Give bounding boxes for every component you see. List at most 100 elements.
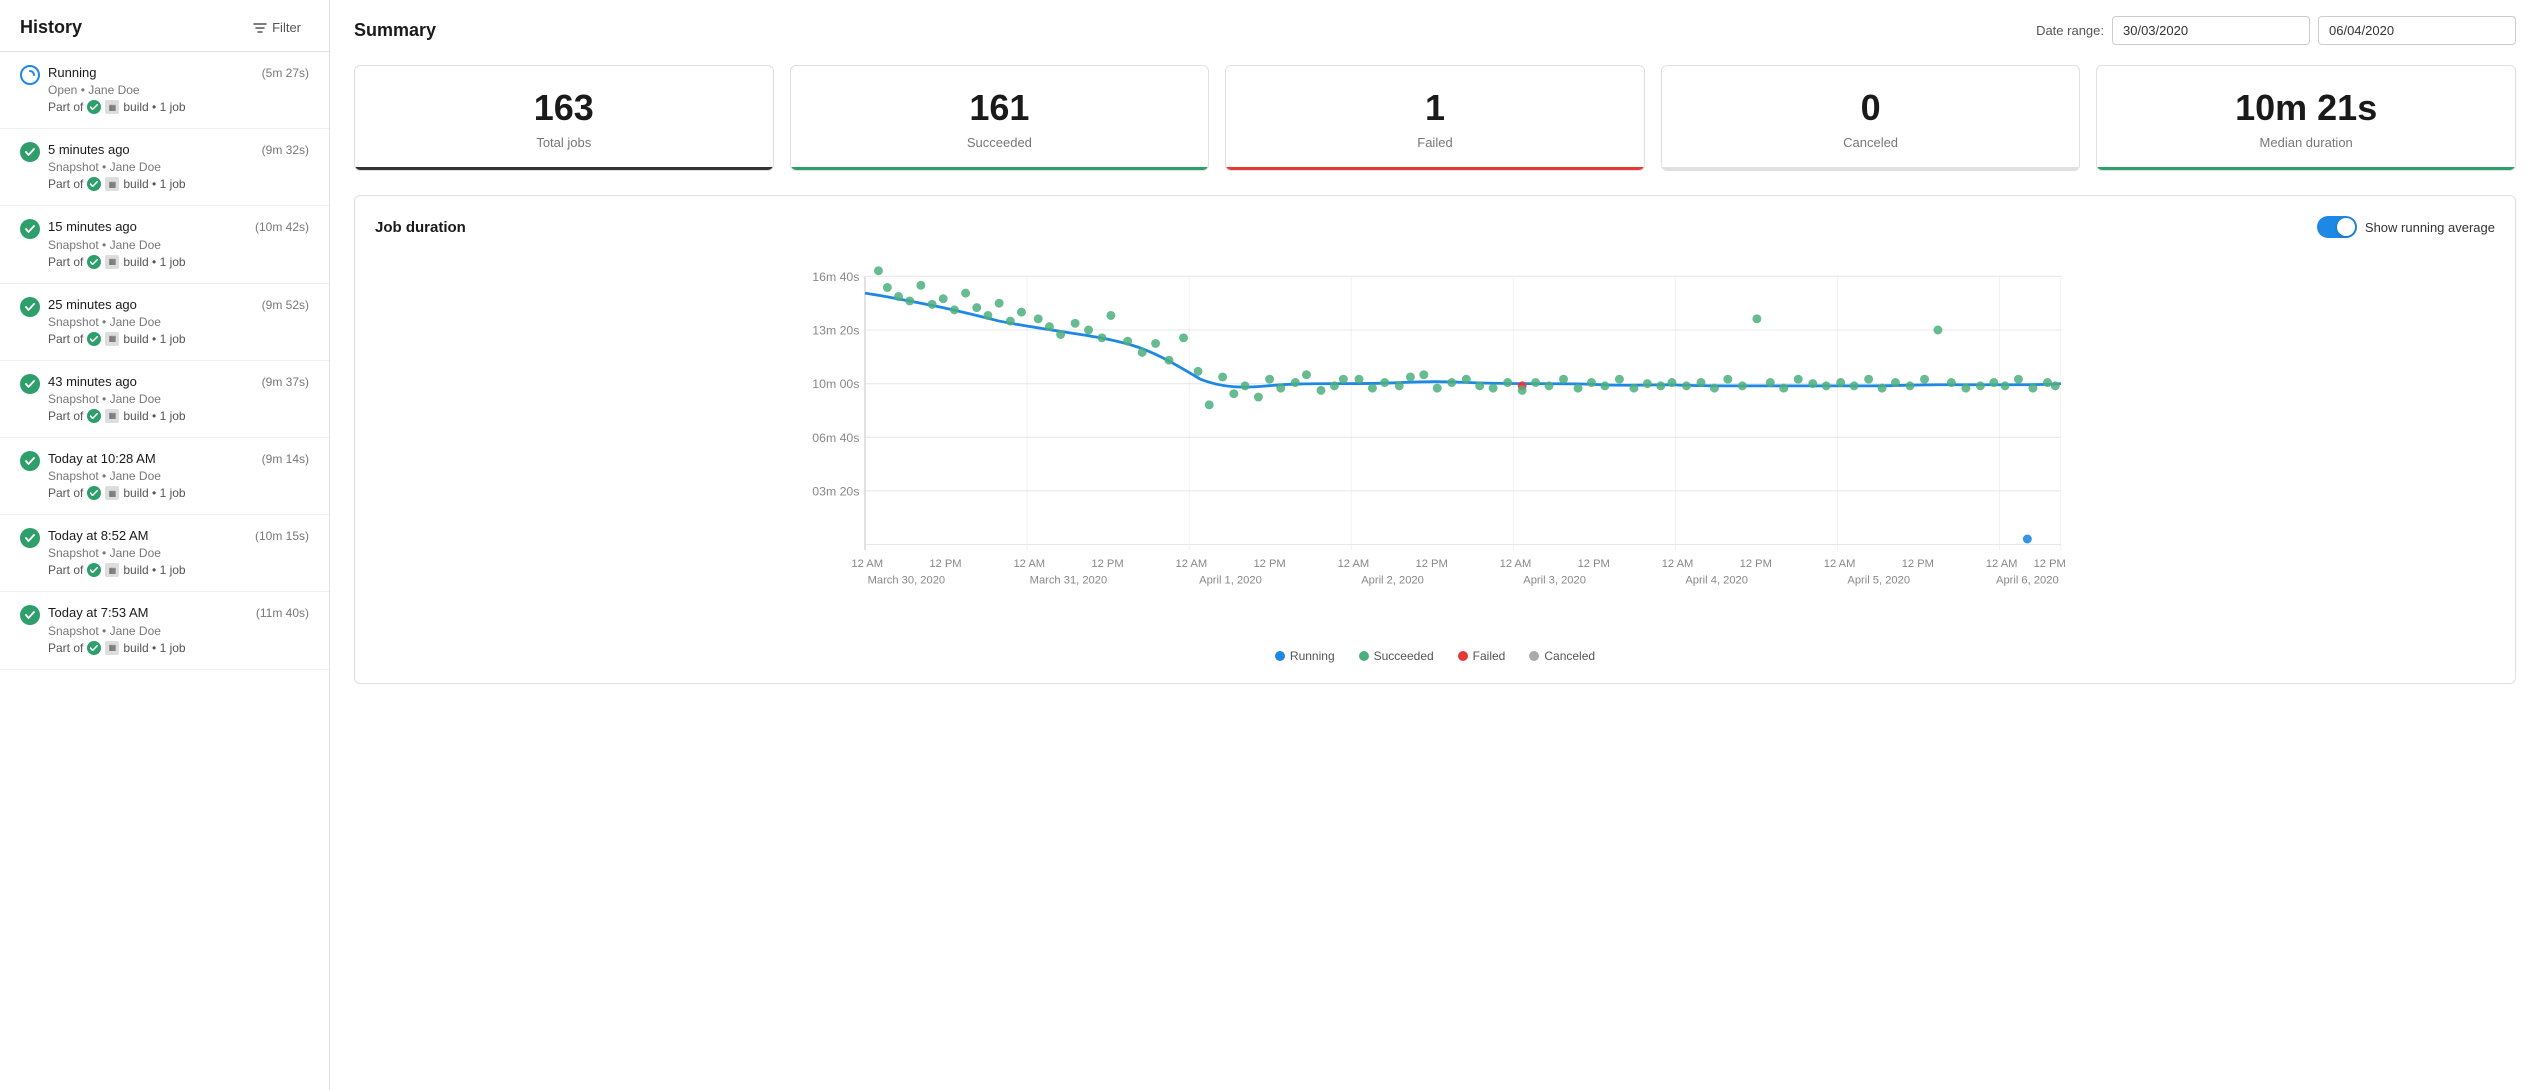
history-item-meta: Part of ▦ build • 1 job (48, 409, 186, 423)
success-icon (20, 374, 40, 394)
date-range-label: Date range: (2036, 23, 2104, 38)
svg-text:April 3, 2020: April 3, 2020 (1523, 575, 1586, 587)
history-item-sub: Snapshot • Jane Doe (48, 624, 186, 638)
history-item-sub: Snapshot • Jane Doe (48, 546, 186, 560)
meta-build-icon: ▦ (105, 255, 119, 269)
history-item-meta: Part of ▦ build • 1 job (48, 100, 186, 114)
meta-build-icon: ▦ (105, 332, 119, 346)
meta-check-icon (87, 177, 101, 191)
history-item-sub: Snapshot • Jane Doe (48, 238, 186, 252)
svg-text:12 AM: 12 AM (851, 558, 883, 570)
history-item-title: 5 minutes ago (48, 141, 186, 159)
chart-section: Job duration Show running average 16m 40… (354, 195, 2516, 684)
stat-card-total: 163 Total jobs (354, 65, 774, 171)
history-item[interactable]: Today at 7:53 AM Snapshot • Jane Doe Par… (0, 592, 329, 669)
svg-text:12 AM: 12 AM (1013, 558, 1045, 570)
history-duration: (9m 37s) (262, 375, 309, 389)
stat-value-succeeded: 161 (807, 86, 1193, 129)
success-icon (20, 528, 40, 548)
stat-card-duration: 10m 21s Median duration (2096, 65, 2516, 171)
svg-text:March 31, 2020: March 31, 2020 (1030, 575, 1108, 587)
history-item-title: 25 minutes ago (48, 296, 186, 314)
success-icon (20, 142, 40, 162)
meta-check-icon (87, 486, 101, 500)
chart-header: Job duration Show running average (375, 216, 2495, 238)
meta-check-icon (87, 332, 101, 346)
sidebar-title: History (20, 17, 82, 38)
stat-card-canceled: 0 Canceled (1661, 65, 2081, 171)
main-content: Summary Date range: 163 Total jobs 161 S… (330, 0, 2540, 1090)
history-duration: (9m 32s) (262, 143, 309, 157)
date-range: Date range: (2036, 16, 2516, 45)
svg-text:12 AM: 12 AM (1986, 558, 2018, 570)
stat-value-duration: 10m 21s (2113, 86, 2499, 129)
legend-label-canceled: Canceled (1544, 649, 1595, 663)
meta-build-icon: ▦ (105, 409, 119, 423)
history-item-title: 43 minutes ago (48, 373, 186, 391)
history-item-sub: Snapshot • Jane Doe (48, 160, 186, 174)
history-duration: (9m 52s) (262, 298, 309, 312)
history-duration: (11m 40s) (256, 606, 309, 620)
history-duration: (10m 42s) (255, 220, 309, 234)
legend-failed: Failed (1458, 649, 1506, 663)
job-duration-chart: 16m 40s 13m 20s 10m 00s 06m 40s 03m 20s … (375, 254, 2495, 634)
legend-dot-running (1275, 651, 1285, 661)
meta-build-icon: ▦ (105, 486, 119, 500)
history-item-title: 15 minutes ago (48, 218, 186, 236)
filter-button[interactable]: Filter (245, 16, 309, 39)
legend-dot-canceled (1529, 651, 1539, 661)
date-from-input[interactable] (2112, 16, 2310, 45)
stat-card-failed: 1 Failed (1225, 65, 1645, 171)
success-icon (20, 605, 40, 625)
stat-value-failed: 1 (1242, 86, 1628, 129)
legend-label-failed: Failed (1473, 649, 1506, 663)
history-item-title: Today at 10:28 AM (48, 450, 186, 468)
date-to-input[interactable] (2318, 16, 2516, 45)
history-list: Running Open • Jane Doe Part of ▦ build … (0, 52, 329, 670)
history-item[interactable]: 25 minutes ago Snapshot • Jane Doe Part … (0, 284, 329, 361)
history-item-sub: Snapshot • Jane Doe (48, 469, 186, 483)
history-item[interactable]: Today at 10:28 AM Snapshot • Jane Doe Pa… (0, 438, 329, 515)
legend-dot-failed (1458, 651, 1468, 661)
svg-text:12 AM: 12 AM (1500, 558, 1532, 570)
history-item-meta: Part of ▦ build • 1 job (48, 641, 186, 655)
stat-label-succeeded: Succeeded (807, 135, 1193, 150)
history-item[interactable]: 43 minutes ago Snapshot • Jane Doe Part … (0, 361, 329, 438)
legend-running: Running (1275, 649, 1335, 663)
history-item[interactable]: Today at 8:52 AM Snapshot • Jane Doe Par… (0, 515, 329, 592)
svg-text:12 PM: 12 PM (1740, 558, 1772, 570)
running-average-toggle[interactable] (2317, 216, 2357, 238)
filter-icon (253, 21, 267, 35)
stats-row: 163 Total jobs 161 Succeeded 1 Failed 0 … (354, 65, 2516, 171)
toggle-row: Show running average (2317, 216, 2495, 238)
history-item-title: Today at 8:52 AM (48, 527, 186, 545)
history-item-sub: Snapshot • Jane Doe (48, 315, 186, 329)
history-item[interactable]: Running Open • Jane Doe Part of ▦ build … (0, 52, 329, 129)
svg-text:13m 20s: 13m 20s (812, 324, 859, 338)
stat-value-total: 163 (371, 86, 757, 129)
history-item[interactable]: 15 minutes ago Snapshot • Jane Doe Part … (0, 206, 329, 283)
page-title: Summary (354, 20, 436, 41)
history-item-meta: Part of ▦ build • 1 job (48, 177, 186, 191)
legend-succeeded: Succeeded (1359, 649, 1434, 663)
history-item-meta: Part of ▦ build • 1 job (48, 563, 186, 577)
meta-check-icon (87, 641, 101, 655)
meta-build-icon: ▦ (105, 177, 119, 191)
legend-dot-succeeded (1359, 651, 1369, 661)
stat-label-duration: Median duration (2113, 135, 2499, 150)
stat-value-canceled: 0 (1678, 86, 2064, 129)
history-item-sub: Open • Jane Doe (48, 83, 186, 97)
success-icon (20, 297, 40, 317)
history-item-title: Running (48, 64, 186, 82)
history-duration: (9m 14s) (262, 452, 309, 466)
stat-label-failed: Failed (1242, 135, 1628, 150)
history-item[interactable]: 5 minutes ago Snapshot • Jane Doe Part o… (0, 129, 329, 206)
stat-card-succeeded: 161 Succeeded (790, 65, 1210, 171)
svg-text:12 PM: 12 PM (1578, 558, 1610, 570)
svg-text:12 AM: 12 AM (1338, 558, 1370, 570)
svg-text:March 30, 2020: March 30, 2020 (868, 575, 946, 587)
chart-title: Job duration (375, 219, 466, 236)
main-header: Summary Date range: (354, 16, 2516, 45)
meta-build-icon: ▦ (105, 641, 119, 655)
meta-check-icon (87, 255, 101, 269)
